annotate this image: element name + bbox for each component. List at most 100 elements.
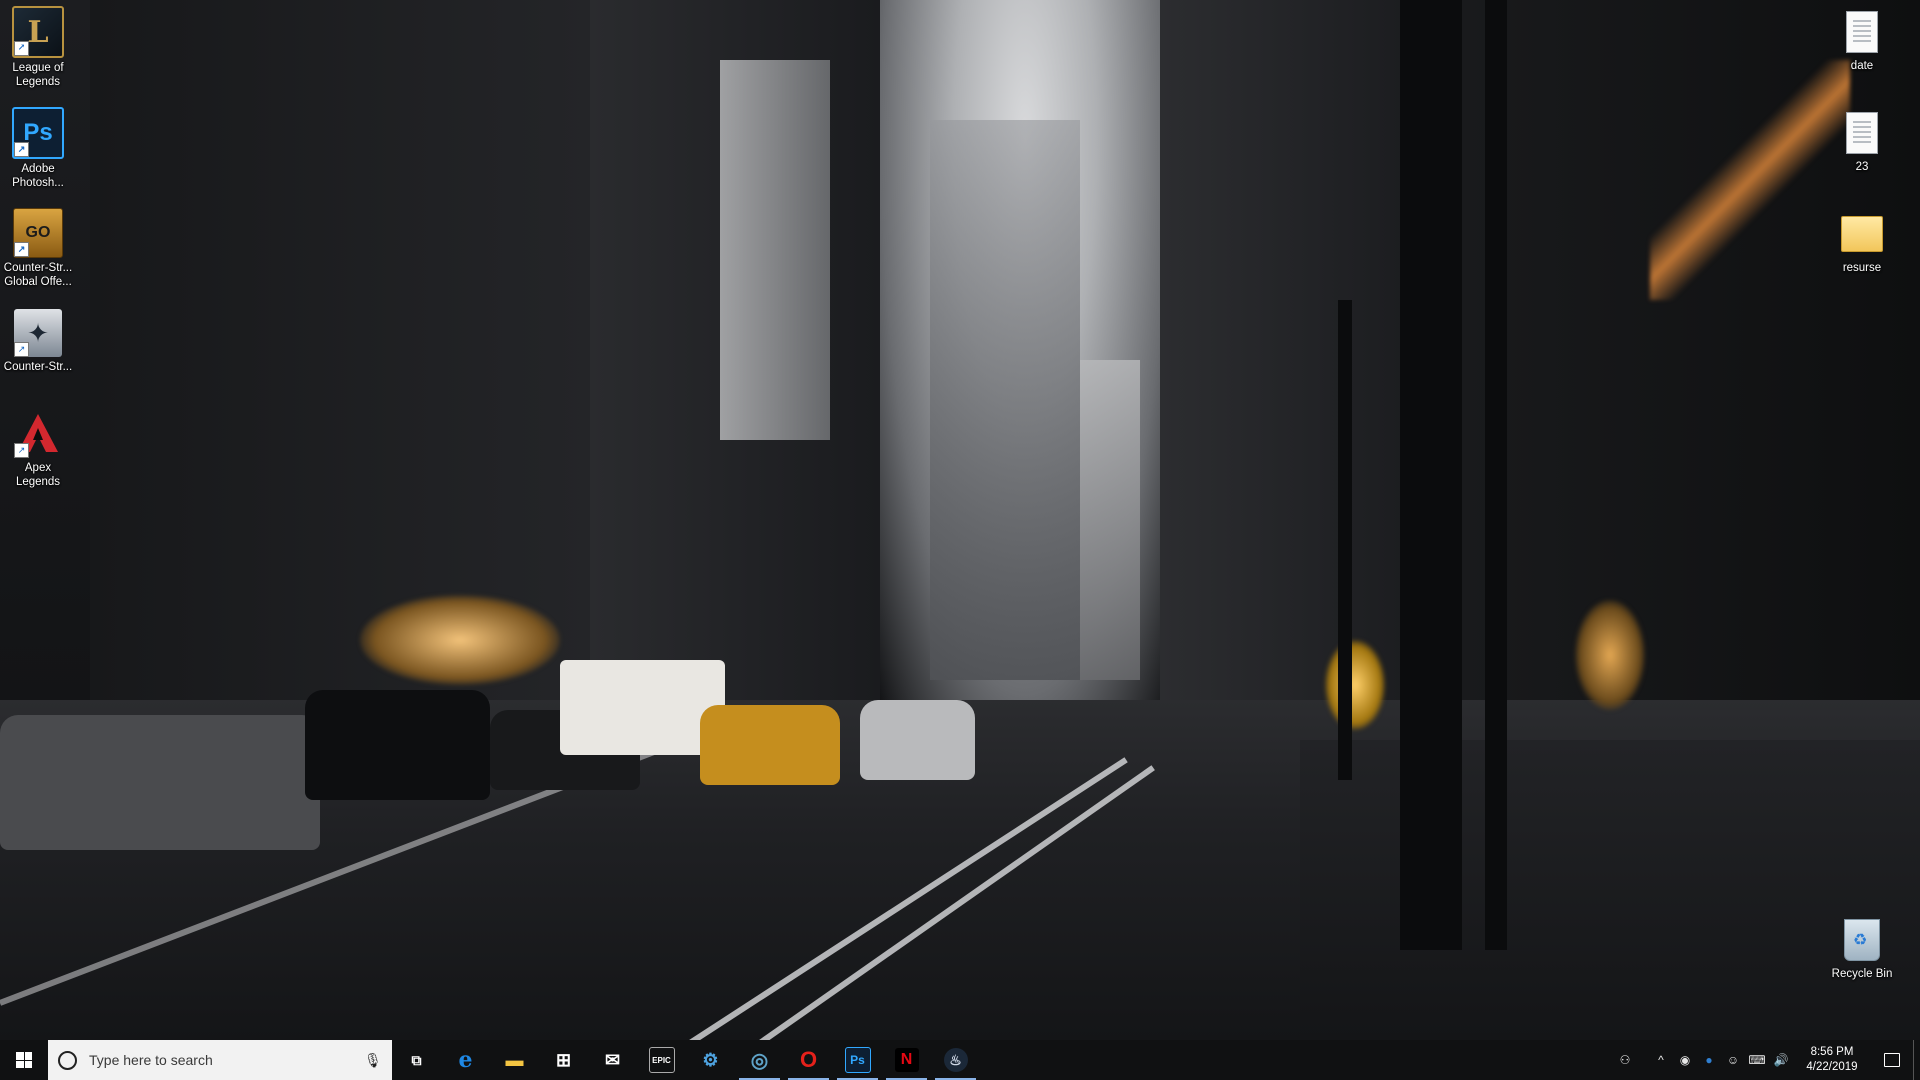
- desktop-icon-23-file[interactable]: 23: [1824, 109, 1900, 174]
- network-icon[interactable]: ⌨: [1745, 1040, 1769, 1080]
- desktop-icon-counter-strike[interactable]: ✦ ↗ Counter-Str...: [0, 309, 76, 374]
- photoshop-icon: Ps ↗: [12, 107, 64, 159]
- taskbar-network-app[interactable]: ⚙: [686, 1040, 735, 1080]
- notification-icon: [1884, 1053, 1900, 1067]
- network-app-icon: ⚙: [702, 1049, 719, 1070]
- system-tray: ⚇ ^ ◉ ● ☺ ⌨ 🔊 8:56 PM 4/22/2019: [1613, 1040, 1920, 1080]
- search-placeholder: Type here to search: [89, 1052, 213, 1068]
- start-button[interactable]: [0, 1040, 48, 1080]
- csgo-icon: GO ↗: [13, 208, 63, 258]
- taskbar-epic-games[interactable]: EPIC: [637, 1040, 686, 1080]
- recycle-bin-icon: [1838, 916, 1886, 964]
- discord-icon[interactable]: ☺: [1721, 1040, 1745, 1080]
- desktop-icon-recycle-bin[interactable]: Recycle Bin: [1824, 916, 1900, 981]
- desktop-icon-label: resurse: [1842, 262, 1882, 274]
- task-view-button[interactable]: ⧉: [392, 1040, 441, 1080]
- wallpaper-car: [860, 700, 975, 780]
- volume-icon[interactable]: 🔊: [1769, 1040, 1793, 1080]
- wallpaper-building: [1080, 360, 1140, 680]
- shortcut-arrow-icon: ↗: [14, 342, 29, 357]
- search-box[interactable]: Type here to search 🎙: [48, 1040, 392, 1080]
- apex-legends-icon: ↗: [14, 410, 62, 458]
- wallpaper-building: [720, 60, 830, 440]
- photoshop-icon: Ps: [844, 1047, 871, 1073]
- clock-time: 8:56 PM: [1810, 1046, 1854, 1058]
- taskbar: Type here to search 🎙 ⧉ e ▬ ⊞ ✉ EPIC ⚙ ◎…: [0, 1040, 1920, 1080]
- league-of-legends-icon: L ↗: [12, 6, 64, 58]
- origin-icon: ◎: [750, 1049, 769, 1072]
- league-of-legends-glyph: L: [27, 14, 49, 50]
- desktop-wallpaper: [0, 0, 1920, 1040]
- file-page-shape: [1846, 11, 1878, 53]
- desktop-icon-label: date: [1850, 60, 1874, 72]
- wallpaper-pole: [1400, 0, 1462, 950]
- desktop-icon-league-of-legends[interactable]: L ↗ League of Legends: [0, 6, 76, 89]
- folder-shape: [1841, 216, 1883, 252]
- text-file-icon: [1838, 109, 1886, 157]
- counter-strike-glyph: ✦: [27, 317, 49, 348]
- wallpaper-pole: [1485, 0, 1507, 950]
- steam-icon: ♨: [943, 1048, 968, 1072]
- desktop-icon-label: Adobe Photosh...: [12, 163, 64, 189]
- desktop-icon-label: League of Legends: [12, 62, 64, 88]
- taskbar-origin[interactable]: ◎: [735, 1040, 784, 1080]
- taskbar-netflix[interactable]: N: [882, 1040, 931, 1080]
- desktop-icon-csgo[interactable]: GO ↗ Counter-Str... Global Offe...: [0, 208, 76, 289]
- wallpaper-sidewalk: [1300, 740, 1920, 1040]
- wallpaper-doorway-light: [1575, 600, 1645, 710]
- desktop-icon-date-file[interactable]: date: [1824, 8, 1900, 73]
- edge-icon: e: [458, 1047, 473, 1073]
- store-icon: ⊞: [555, 1049, 572, 1070]
- desktop-icon-label: Apex Legends: [15, 462, 61, 488]
- taskbar-photoshop[interactable]: Ps: [833, 1040, 882, 1080]
- wallpaper-car: [305, 690, 490, 800]
- clock[interactable]: 8:56 PM 4/22/2019: [1793, 1045, 1871, 1075]
- taskbar-mail[interactable]: ✉: [588, 1040, 637, 1080]
- netflix-icon: N: [894, 1048, 919, 1072]
- taskbar-opera[interactable]: O: [784, 1040, 833, 1080]
- globe-app-icon[interactable]: ●: [1697, 1040, 1721, 1080]
- wallpaper-building: [1160, 0, 1420, 740]
- show-hidden-icons-chevron-icon[interactable]: ^: [1649, 1040, 1673, 1080]
- windows-logo-icon: [16, 1052, 32, 1068]
- desktop-icon-label: Counter-Str... Global Offe...: [3, 262, 73, 288]
- wallpaper-awning-light: [1650, 60, 1850, 300]
- opera-icon: O: [799, 1047, 818, 1072]
- desktop-icon-apex-legends[interactable]: ↗ Apex Legends: [0, 410, 76, 489]
- microphone-icon[interactable]: 🎙: [364, 1052, 382, 1069]
- target-app-icon[interactable]: ◉: [1673, 1040, 1697, 1080]
- wallpaper-taxi: [700, 705, 840, 785]
- file-page-shape: [1846, 112, 1878, 154]
- desktop-icon-label: 23: [1855, 161, 1869, 173]
- folder-icon: [1838, 210, 1886, 258]
- people-icon[interactable]: ⚇: [1613, 1040, 1637, 1080]
- taskbar-store[interactable]: ⊞: [539, 1040, 588, 1080]
- csgo-glyph: GO: [25, 224, 51, 241]
- text-file-icon: [1838, 8, 1886, 56]
- shortcut-arrow-icon: ↗: [14, 242, 29, 257]
- desktop-icon-adobe-photoshop[interactable]: Ps ↗ Adobe Photosh...: [0, 107, 76, 190]
- shortcut-arrow-icon: ↗: [14, 443, 29, 458]
- action-center-button[interactable]: [1871, 1040, 1913, 1080]
- task-view-icon: ⧉: [411, 1051, 422, 1068]
- wallpaper-storefront-light: [360, 595, 560, 685]
- taskbar-steam[interactable]: ♨: [931, 1040, 980, 1080]
- desktop-icon-label: Recycle Bin: [1831, 968, 1893, 980]
- desktop-icon-resurse-folder[interactable]: resurse: [1824, 210, 1900, 275]
- mail-icon: ✉: [604, 1049, 621, 1070]
- bin-shape: [1844, 919, 1880, 961]
- cortana-circle-icon: [58, 1050, 77, 1070]
- wallpaper-building: [930, 120, 1080, 680]
- clock-date: 4/22/2019: [1806, 1061, 1858, 1073]
- counter-strike-icon: ✦ ↗: [14, 309, 62, 357]
- wallpaper-kiosk-light: [1325, 640, 1385, 730]
- wallpaper-car: [0, 715, 320, 850]
- taskbar-file-explorer[interactable]: ▬: [490, 1040, 539, 1080]
- shortcut-arrow-icon: ↗: [14, 41, 29, 56]
- epic-games-icon: EPIC: [648, 1047, 675, 1073]
- taskbar-edge[interactable]: e: [441, 1040, 490, 1080]
- desktop-icon-label: Counter-Str...: [3, 361, 73, 373]
- shortcut-arrow-icon: ↗: [14, 142, 29, 157]
- file-explorer-icon: ▬: [505, 1049, 524, 1070]
- show-desktop-button[interactable]: [1913, 1040, 1920, 1080]
